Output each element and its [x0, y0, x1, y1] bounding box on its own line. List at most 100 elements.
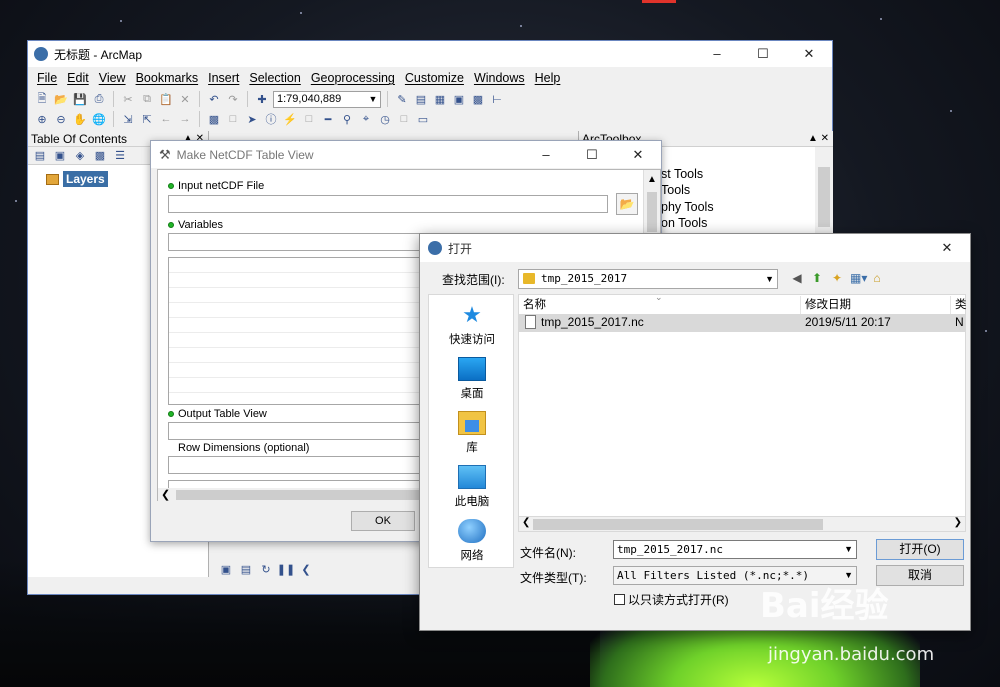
toolbox-item[interactable]: on Tools: [661, 216, 707, 230]
arctoolbox-pin-close-icon[interactable]: ▲ ✕: [808, 131, 829, 147]
menu-customize[interactable]: Customize: [400, 71, 469, 85]
view-menu-icon[interactable]: ▦▾: [850, 270, 867, 286]
open-dialog-close-button[interactable]: ✕: [924, 235, 970, 261]
menu-view[interactable]: View: [94, 71, 131, 85]
back-extent-icon[interactable]: ←: [158, 111, 174, 127]
measure-icon[interactable]: ━: [320, 111, 336, 127]
data-view-icon[interactable]: ▣: [218, 561, 234, 577]
new-doc-icon[interactable]: 🗎: [34, 91, 50, 107]
place-this-pc[interactable]: 此电脑: [429, 465, 515, 509]
list-by-drawing-order-icon[interactable]: ▤: [32, 148, 48, 164]
swipe-icon[interactable]: ▭: [415, 111, 431, 127]
scroll-left-icon[interactable]: ❮: [161, 488, 170, 501]
toolbox-icon[interactable]: ▣: [451, 91, 467, 107]
cancel-button[interactable]: 取消: [876, 565, 964, 586]
catalog-icon[interactable]: ▦: [432, 91, 448, 107]
print-icon[interactable]: ⎙: [91, 91, 107, 107]
maximize-button[interactable]: ☐: [740, 41, 786, 67]
toolbox-item[interactable]: phy Tools: [661, 200, 714, 214]
netcdf-close-button[interactable]: ✕: [615, 142, 661, 168]
variables-list[interactable]: [168, 257, 430, 405]
toolbox-item[interactable]: Tools: [661, 183, 690, 197]
form-horizontal-scrollbar[interactable]: ❮: [158, 488, 428, 502]
save-icon[interactable]: 💾: [72, 91, 88, 107]
scroll-right-icon[interactable]: ❯: [954, 517, 962, 528]
list-by-visibility-icon[interactable]: ◈: [72, 148, 88, 164]
new-folder-icon[interactable]: ✦: [830, 270, 844, 286]
list-by-source-icon[interactable]: ▣: [52, 148, 68, 164]
pause-icon[interactable]: ❚❚: [277, 561, 295, 577]
home-folder-icon[interactable]: ⌂: [870, 270, 884, 286]
paste-icon[interactable]: 📋: [158, 91, 174, 107]
file-list-hscrollbar[interactable]: ❮ ❯: [518, 516, 966, 532]
close-button[interactable]: ✕: [786, 41, 832, 67]
place-network[interactable]: 网络: [429, 519, 515, 563]
fixed-zoom-out-icon[interactable]: ⇱: [139, 111, 155, 127]
row-dimensions-field[interactable]: [168, 456, 430, 474]
place-desktop[interactable]: 桌面: [429, 357, 515, 401]
file-row[interactable]: tmp_2015_2017.nc 2019/5/11 20:17 N: [519, 314, 965, 332]
up-folder-icon[interactable]: ⬆: [810, 270, 824, 286]
delete-icon[interactable]: ✕: [177, 91, 193, 107]
look-in-combo[interactable]: tmp_2015_2017 ▼: [518, 269, 778, 289]
toc-window-icon[interactable]: ▤: [413, 91, 429, 107]
place-quick-access[interactable]: ★ 快速访问: [429, 303, 515, 347]
menu-help[interactable]: Help: [530, 71, 566, 85]
netcdf-minimize-button[interactable]: –: [523, 142, 569, 168]
forward-extent-icon[interactable]: →: [177, 111, 193, 127]
filename-input[interactable]: tmp_2015_2017.nc ▼: [613, 540, 857, 559]
column-name[interactable]: 名称: [519, 296, 801, 314]
copy-icon[interactable]: ⧉: [139, 91, 155, 107]
zoom-out-icon[interactable]: ⊖: [53, 111, 69, 127]
select-features-icon[interactable]: ▩: [206, 111, 222, 127]
fixed-zoom-in-icon[interactable]: ⇲: [120, 111, 136, 127]
pan-icon[interactable]: ✋: [72, 111, 88, 127]
scroll-left-icon[interactable]: ❮: [522, 517, 530, 528]
readonly-checkbox[interactable]: 以只读方式打开(R): [614, 591, 729, 608]
column-type[interactable]: 类: [951, 296, 971, 314]
undo-icon[interactable]: ↶: [206, 91, 222, 107]
checkbox-box[interactable]: [614, 594, 625, 605]
input-netcdf-field[interactable]: [168, 195, 608, 213]
toc-options-icon[interactable]: ☰: [112, 148, 128, 164]
html-popup-icon[interactable]: □: [301, 111, 317, 127]
hyperlink-icon[interactable]: ⚡: [282, 111, 298, 127]
model-builder-icon[interactable]: ⊢: [489, 91, 505, 107]
layers-node[interactable]: Layers: [46, 171, 108, 187]
map-scale-combo[interactable]: 1:79,040,889 ▼: [273, 90, 381, 108]
redo-icon[interactable]: ↷: [225, 91, 241, 107]
cut-icon[interactable]: ✂: [120, 91, 136, 107]
menu-bookmarks[interactable]: Bookmarks: [131, 71, 204, 85]
editor-icon[interactable]: ✎: [394, 91, 410, 107]
python-window-icon[interactable]: ▩: [470, 91, 486, 107]
identify-icon[interactable]: ⓘ: [263, 111, 279, 127]
layout-view-icon[interactable]: ▤: [238, 561, 254, 577]
clear-selection-icon[interactable]: □: [225, 111, 241, 127]
menu-edit[interactable]: Edit: [62, 71, 94, 85]
menu-selection[interactable]: Selection: [244, 71, 305, 85]
open-icon[interactable]: 📂: [53, 91, 69, 107]
list-by-selection-icon[interactable]: ▩: [92, 148, 108, 164]
go-to-xy-icon[interactable]: ⌖: [358, 111, 374, 127]
scroll-left-icon[interactable]: ❮: [298, 561, 314, 577]
netcdf-maximize-button[interactable]: ☐: [569, 142, 615, 168]
column-modified[interactable]: 修改日期: [801, 296, 951, 314]
menu-geoprocessing[interactable]: Geoprocessing: [306, 71, 400, 85]
select-elements-icon[interactable]: ➤: [244, 111, 260, 127]
menu-file[interactable]: File: [32, 71, 62, 85]
toolbox-item[interactable]: st Tools: [661, 167, 703, 181]
open-button[interactable]: 打开(O): [876, 539, 964, 560]
menu-windows[interactable]: Windows: [469, 71, 530, 85]
row-dimensions-list[interactable]: [168, 480, 430, 488]
place-library[interactable]: 库: [429, 411, 515, 455]
output-table-field[interactable]: [168, 422, 430, 440]
minimize-button[interactable]: –: [694, 41, 740, 67]
add-data-icon[interactable]: ✚: [254, 91, 270, 107]
full-extent-icon[interactable]: 🌐: [91, 111, 107, 127]
time-slider-icon[interactable]: ◷: [377, 111, 393, 127]
chevron-down-icon[interactable]: ▼: [844, 541, 853, 558]
scroll-up-icon[interactable]: ▲: [644, 174, 660, 185]
ok-button[interactable]: OK: [351, 511, 415, 531]
menu-insert[interactable]: Insert: [203, 71, 244, 85]
browse-folder-button[interactable]: 📂: [616, 193, 638, 215]
